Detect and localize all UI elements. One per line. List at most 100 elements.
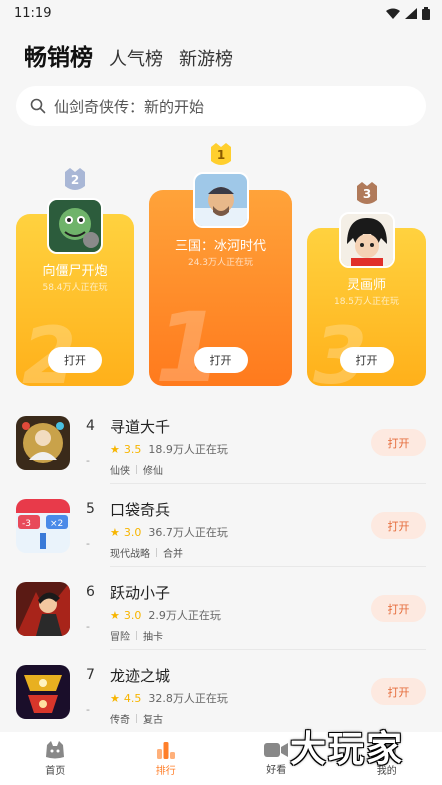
tag: 冒险 (110, 632, 130, 643)
signal-icon (405, 7, 417, 19)
tag: 复古 (143, 715, 163, 726)
rank-number: 6 (86, 584, 95, 600)
tag: 合并 (163, 549, 183, 560)
game-icon-xundao-daqian[interactable] (16, 416, 70, 470)
rank-number: 5 (86, 501, 95, 517)
bronze-medal-icon: 3 (353, 182, 381, 206)
rank-change: - (86, 454, 90, 467)
tag: 现代战略 (110, 549, 150, 560)
game-icon-longji-zhicheng[interactable] (16, 665, 70, 719)
divider (110, 483, 426, 484)
game-tags: 仙侠 修仙 (110, 462, 163, 477)
podium-player-count: 58.4万人正在玩 (42, 283, 108, 293)
game-stats: ★ 3.0 36.7万人正在玩 (110, 524, 228, 540)
podium-game-name: 向僵尸开炮 (42, 264, 108, 279)
open-button[interactable]: 打开 (48, 347, 102, 373)
game-stats: ★ 4.5 32.8万人正在玩 (110, 690, 228, 706)
game-icon-spirit-painter[interactable] (339, 212, 395, 268)
game-icon-zombie-cannon[interactable] (47, 198, 103, 254)
list-item[interactable]: 6 - 跃动小子 ★ 3.0 2.9万人正在玩 冒险 抽卡 打开 (0, 578, 442, 658)
player-count: 32.8万人正在玩 (148, 692, 228, 705)
rank-number: 4 (86, 418, 95, 434)
star-icon: ★ (110, 608, 120, 622)
video-icon (264, 742, 289, 757)
status-bar: 11:19 (0, 0, 442, 26)
divider (110, 649, 426, 650)
watermark-logo: 大玩家 (290, 729, 405, 770)
rating: 3.0 (123, 608, 142, 622)
game-tags: 现代战略 合并 (110, 545, 183, 560)
medal-rank: 2 (70, 173, 80, 187)
search-bar[interactable]: 仙剑奇侠传：新的开始 (16, 86, 426, 126)
podium-player-count: 24.3万人正在玩 (187, 258, 254, 268)
open-button[interactable]: 打开 (371, 595, 426, 622)
search-icon (30, 98, 46, 114)
svg-text:×2: ×2 (50, 519, 63, 529)
tag: 修仙 (143, 466, 163, 477)
star-icon: ★ (110, 442, 120, 456)
home-icon (46, 740, 65, 758)
tag-separator (136, 714, 137, 723)
open-button[interactable]: 打开 (371, 512, 426, 539)
list-item[interactable]: -3 ×2 5 - 口袋奇兵 ★ 3.0 36.7万人正在玩 现代战略 合并 打开 (0, 495, 442, 575)
open-button[interactable]: 打开 (339, 347, 394, 373)
tab-new-games[interactable]: 新游榜 (179, 45, 233, 71)
open-button[interactable]: 打开 (371, 429, 426, 456)
tag-separator (136, 631, 137, 640)
battery-icon (422, 6, 430, 20)
game-name: 跃动小子 (110, 584, 171, 602)
tab-popular[interactable]: 人气榜 (109, 45, 163, 71)
tag: 传奇 (110, 715, 130, 726)
rating: 3.0 (123, 525, 142, 539)
status-time: 11:19 (14, 5, 52, 21)
rating: 4.5 (123, 691, 142, 705)
divider (110, 566, 426, 567)
rank-change: - (86, 620, 90, 633)
medal-rank: 3 (362, 187, 372, 201)
tag: 抽卡 (143, 632, 163, 643)
game-name: 口袋奇兵 (110, 501, 171, 519)
podium-game-name: 灵画师 (346, 278, 386, 293)
ranking-tabs: 畅销榜 人气榜 新游榜 (24, 38, 233, 72)
ranking-icon (156, 741, 175, 759)
status-icons (386, 6, 430, 20)
player-count: 18.9万人正在玩 (148, 443, 228, 456)
game-stats: ★ 3.0 2.9万人正在玩 (110, 607, 221, 623)
game-icon-pocket-troops[interactable]: -3 ×2 (16, 499, 70, 553)
nav-label: 首页 (45, 765, 66, 777)
medal-rank: 1 (216, 148, 226, 162)
open-button[interactable]: 打开 (193, 347, 248, 373)
star-icon: ★ (110, 691, 120, 705)
tab-bestseller[interactable]: 畅销榜 (24, 38, 93, 72)
gold-medal-icon: 1 (207, 143, 235, 167)
podium-rank-watermark: 1 (155, 292, 222, 386)
rank-change: - (86, 537, 90, 550)
nav-label: 排行 (155, 765, 176, 777)
tag-separator (156, 548, 157, 557)
wifi-icon (386, 8, 400, 19)
nav-label: 好看 (266, 764, 287, 776)
game-icon-three-kingdoms[interactable] (193, 172, 249, 228)
tag: 仙侠 (110, 466, 130, 477)
game-name: 龙迹之城 (110, 667, 171, 685)
rating: 3.5 (123, 442, 142, 456)
player-count: 36.7万人正在玩 (148, 526, 228, 539)
search-query: 仙剑奇侠传：新的开始 (54, 97, 205, 116)
nav-home[interactable]: 首页 (0, 732, 111, 785)
podium-player-count: 18.5万人正在玩 (333, 297, 400, 307)
game-icon-yuedong-xiaozi[interactable] (16, 582, 70, 636)
player-count: 2.9万人正在玩 (148, 609, 221, 622)
silver-medal-icon: 2 (61, 168, 89, 192)
nav-ranking[interactable]: 排行 (111, 732, 222, 785)
game-tags: 冒险 抽卡 (110, 628, 163, 643)
rank-number: 7 (86, 667, 95, 683)
open-button[interactable]: 打开 (371, 678, 426, 705)
game-name: 寻道大千 (110, 418, 171, 436)
rank-change: - (86, 703, 90, 716)
tag-separator (136, 465, 137, 474)
list-item[interactable]: 4 - 寻道大千 ★ 3.5 18.9万人正在玩 仙侠 修仙 打开 (0, 412, 442, 492)
svg-text:-3: -3 (22, 519, 31, 529)
game-tags: 传奇 复古 (110, 711, 163, 726)
star-icon: ★ (110, 525, 120, 539)
game-stats: ★ 3.5 18.9万人正在玩 (110, 441, 228, 457)
